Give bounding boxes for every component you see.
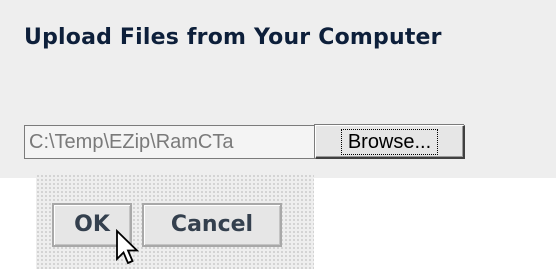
cancel-button[interactable]: Cancel (142, 203, 282, 247)
file-upload-row: C:\Temp\EZip\RamCTa Browse... (24, 125, 465, 159)
browse-button[interactable]: Browse... (315, 125, 465, 159)
dialog-title: Upload Files from Your Computer (24, 25, 442, 50)
file-path-field[interactable]: C:\Temp\EZip\RamCTa (24, 125, 315, 159)
browse-button-label: Browse... (340, 128, 439, 155)
arrow-pointer-icon (116, 229, 140, 265)
